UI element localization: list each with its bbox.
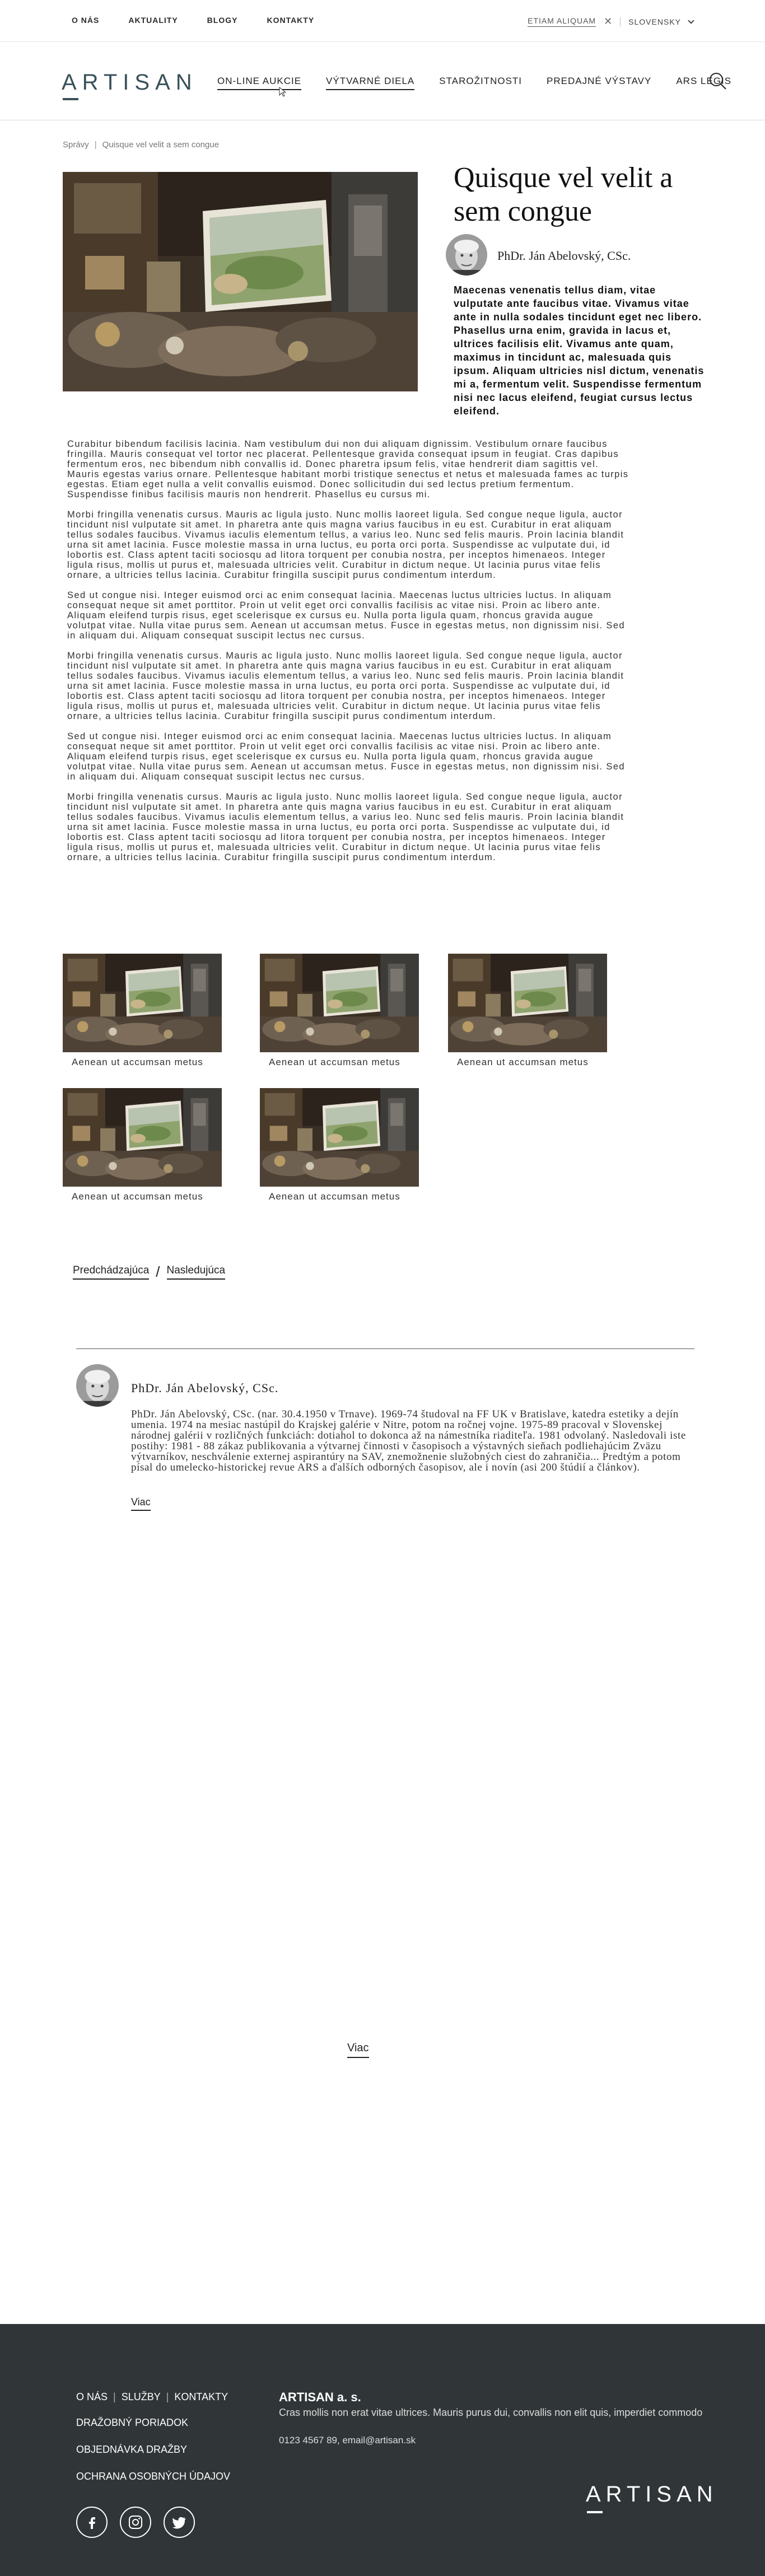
next-link[interactable]: Nasledujúca [166,1264,226,1280]
paragraph: Sed ut congue nisi. Integer euismod orci… [67,731,625,782]
active-search-tag[interactable]: ETIAM ALIQUAM [528,16,596,27]
gallery-thumbnail[interactable] [260,954,419,1052]
footer-link-services[interactable]: SLUŽBY [122,2391,161,2403]
gallery-caption: Aenean ut accumsan metus [72,1057,203,1067]
paragraph: Morbi fringilla venenatis cursus. Mauris… [67,510,624,580]
utility-link-contacts[interactable]: KONTAKTY [267,16,314,25]
breadcrumb: Správy | Quisque vel velit a sem congue [63,140,219,150]
bio-more-link[interactable]: Viac [131,1496,151,1511]
nav-artworks[interactable]: VÝTVARNÉ DIELA [326,76,415,90]
pager-separator: / [156,1263,160,1280]
main-nav: ON-LINE AUKCIE VÝTVARNÉ DIELA STAROŽITNO… [217,76,731,90]
twitter-icon[interactable] [164,2507,195,2538]
top-utility-bar: O NÁS AKTUALITY BLOGY KONTAKTY ETIAM ALI… [0,0,765,42]
gallery-thumbnail[interactable] [63,1088,222,1187]
breadcrumb-root[interactable]: Správy [63,140,89,150]
gallery-item[interactable]: Aenean ut accumsan metus [260,954,419,1068]
footer-link-privacy[interactable]: OCHRANA OSOBNÝCH ÚDAJOV [76,2471,230,2482]
utility-link-blogs[interactable]: BLOGY [207,16,238,25]
article-lead: Maecenas venenatis tellus diam, vitae vu… [454,284,705,417]
bio-avatar [76,1364,119,1407]
gallery-item[interactable]: Aenean ut accumsan metus [448,954,607,1068]
footer-primary-links: O NÁS | SLUŽBY | KONTAKTY [76,2391,228,2403]
instagram-icon[interactable] [120,2507,151,2538]
footer-separator: | [166,2391,169,2402]
previous-link[interactable]: Predchádzajúca [73,1264,150,1280]
search-icon[interactable] [708,71,727,90]
gallery-caption: Aenean ut accumsan metus [269,1191,400,1202]
divider [76,1348,694,1349]
hero-image [63,172,418,391]
footer-link-auction-rules[interactable]: DRAŽOBNÝ PORIADOK [76,2417,188,2429]
paragraph: Morbi fringilla venenatis cursus. Mauris… [67,792,624,862]
utility-right: ETIAM ALIQUAM ✕ SLOVENSKY [528,16,694,27]
gallery-thumbnail[interactable] [260,1088,419,1187]
breadcrumb-current: Quisque vel velit a sem congue [102,140,220,150]
gallery-item[interactable]: Aenean ut accumsan metus [260,1088,419,1202]
author-name[interactable]: PhDr. Ján Abelovský, CSc. [497,249,631,263]
gallery-caption: Aenean ut accumsan metus [457,1057,589,1067]
paragraph: Curabitur bibendum facilisis lacinia. Na… [67,439,629,500]
mouse-cursor-icon [279,87,287,97]
footer-logo-underline [587,2511,603,2513]
article-pager: Predchádzajúca / Nasledujúca [73,1263,226,1281]
utility-link-about[interactable]: O NÁS [72,16,99,25]
footer-logo[interactable]: ARTISAN [586,2482,718,2507]
bio-text: PhDr. Ján Abelovský, CSc. (nar. 30.4.195… [131,1408,686,1473]
gallery-caption: Aenean ut accumsan metus [269,1057,400,1067]
logo-underline [63,98,78,100]
page-title: Quisque vel velit a sem congue [454,162,673,227]
divider [620,17,621,26]
bio-name: PhDr. Ján Abelovský, CSc. [131,1381,279,1395]
footer-link-about[interactable]: O NÁS [76,2391,108,2403]
nav-antiques[interactable]: STAROŽITNOSTI [439,76,522,90]
gallery-item[interactable]: Aenean ut accumsan metus [63,1088,222,1202]
nav-online-auctions[interactable]: ON-LINE AUKCIE [217,76,302,90]
main-header: ARTISAN ON-LINE AUKCIE VÝTVARNÉ DIELA ST… [0,42,765,120]
language-select[interactable]: SLOVENSKY [628,17,681,26]
gallery-caption: Aenean ut accumsan metus [72,1191,203,1202]
footer-link-contacts[interactable]: KONTAKTY [174,2391,228,2403]
paragraph: Morbi fringilla venenatis cursus. Mauris… [67,651,624,721]
paragraph: Sed ut congue nisi. Integer euismod orci… [67,590,625,641]
utility-link-news[interactable]: AKTUALITY [128,16,178,25]
nav-sales-exhibitions[interactable]: PREDAJNÉ VÝSTAVY [547,76,651,90]
close-icon[interactable]: ✕ [604,16,612,27]
footer-link-auction-order[interactable]: OBJEDNÁVKA DRAŽBY [76,2444,187,2456]
utility-links: O NÁS AKTUALITY BLOGY KONTAKTY [72,16,314,25]
facebook-icon[interactable] [76,2507,108,2538]
logo[interactable]: ARTISAN [62,70,198,95]
company-name: ARTISAN a. s. [279,2390,361,2404]
article-body: Curabitur bibendum facilisis lacinia. Na… [67,439,633,872]
footer: O NÁS | SLUŽBY | KONTAKTY DRAŽOBNÝ PORIA… [0,2324,765,2576]
breadcrumb-separator: | [94,140,97,150]
footer-separator: | [113,2391,116,2402]
contact-info[interactable]: 0123 4567 89, email@artisan.sk [279,2435,416,2446]
load-more-button[interactable]: Viac [347,2042,369,2058]
gallery-thumbnail[interactable] [63,954,222,1052]
gallery-item[interactable]: Aenean ut accumsan metus [63,954,222,1068]
gallery-thumbnail[interactable] [448,954,607,1052]
chevron-down-icon[interactable] [688,17,694,24]
author-avatar[interactable] [446,234,487,276]
company-description: Cras mollis non erat vitae ultrices. Mau… [279,2407,703,2418]
